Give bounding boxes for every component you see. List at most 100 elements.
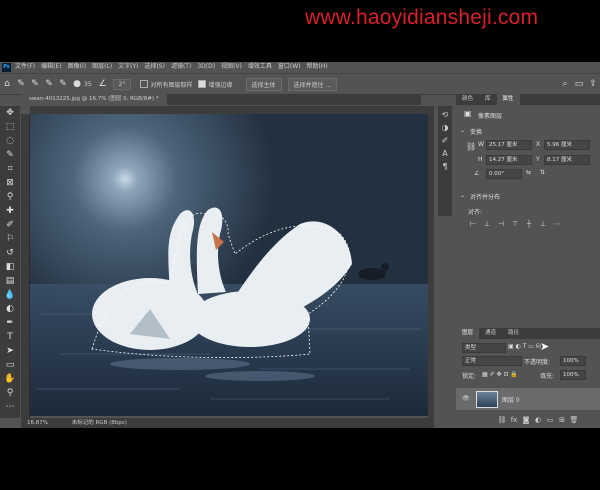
layer-kind-filter[interactable]: 类型 bbox=[462, 343, 506, 353]
blur-tool-icon[interactable]: 💧 bbox=[3, 289, 17, 302]
document-tab[interactable]: swan-4013225.jpg @ 16.7% (图层 0, RGB/8#) … bbox=[21, 94, 167, 105]
quick-select-icon[interactable]: ✎ bbox=[3, 149, 17, 162]
menu-type[interactable]: 文字(Y) bbox=[118, 62, 138, 72]
opacity-field[interactable]: 100% bbox=[560, 356, 586, 366]
dodge-tool-icon[interactable]: ◐ bbox=[3, 303, 17, 316]
brush-preset-icon[interactable]: ● bbox=[70, 79, 84, 89]
flip-horizontal-icon[interactable]: ⇆ bbox=[526, 169, 531, 176]
new-layer-icon[interactable]: ⊞ bbox=[556, 416, 568, 424]
link-icon[interactable]: ⛓ bbox=[466, 142, 476, 151]
sample-all-layers-checkbox[interactable] bbox=[140, 80, 149, 88]
menu-plugins[interactable]: 增效工具 bbox=[248, 62, 272, 72]
y-field[interactable]: 8.17 厘米 bbox=[544, 155, 590, 165]
add-to-selection-icon[interactable]: ✎ bbox=[42, 79, 56, 89]
tab-channels[interactable]: 通道 bbox=[479, 328, 502, 339]
height-field[interactable]: 14.27 厘米 bbox=[486, 155, 532, 165]
menu-select[interactable]: 选择(S) bbox=[144, 62, 165, 72]
canvas-scrollbar[interactable] bbox=[428, 114, 434, 418]
align-top-icon[interactable]: ⊤ bbox=[508, 220, 522, 228]
align-bottom-icon[interactable]: ⊥ bbox=[536, 220, 550, 228]
menu-3d[interactable]: 3D(D) bbox=[197, 62, 215, 72]
width-field[interactable]: 25.17 厘米 bbox=[486, 140, 532, 150]
align-vcenter-icon[interactable]: ┼ bbox=[522, 220, 536, 228]
enhance-edge-checkbox[interactable] bbox=[198, 80, 207, 88]
brush-panel-icon[interactable]: ✐ bbox=[442, 136, 449, 145]
angle-field[interactable]: 0.00° bbox=[486, 169, 522, 179]
lasso-tool-icon[interactable]: ◌ bbox=[3, 135, 17, 148]
select-subject-button[interactable]: 选择主体 bbox=[245, 77, 282, 91]
menu-view[interactable]: 视图(V) bbox=[221, 62, 242, 72]
blend-mode-select[interactable]: 正常 bbox=[462, 356, 522, 366]
menu-layer[interactable]: 图层(L) bbox=[92, 62, 112, 72]
type-tool-icon[interactable]: T bbox=[3, 331, 17, 344]
layer-row[interactable]: 👁 图层 0 bbox=[456, 388, 600, 410]
angle-field[interactable]: 2° bbox=[112, 78, 132, 90]
brush-tool-icon[interactable]: ✐ bbox=[3, 219, 17, 232]
more-tools-icon[interactable]: ⋯ bbox=[3, 401, 17, 414]
share-icon[interactable]: ⇪ bbox=[586, 79, 600, 89]
eyedropper-tool-icon[interactable]: ⚲ bbox=[3, 191, 17, 204]
align-hcenter-icon[interactable]: ⊥ bbox=[480, 220, 494, 228]
quick-select-tool-icon[interactable]: ✎ bbox=[14, 79, 28, 89]
visibility-eye-icon[interactable]: 👁 bbox=[462, 395, 470, 402]
fx-icon[interactable]: fx bbox=[508, 416, 520, 424]
menu-file[interactable]: 文件(F) bbox=[15, 62, 35, 72]
lock-icons[interactable]: ▦ ✐ ✥ ⊡ 🔒 bbox=[482, 371, 518, 378]
add-mask-icon[interactable]: ◙ bbox=[520, 416, 532, 424]
transform-chevron-icon[interactable]: ⌄ bbox=[460, 127, 465, 134]
paragraph-panel-icon[interactable]: ¶ bbox=[442, 162, 447, 171]
new-group-icon[interactable]: ▭ bbox=[544, 416, 556, 424]
menu-edit[interactable]: 编辑(E) bbox=[41, 62, 61, 72]
layer-filter-icons[interactable]: ▣ ◐ T ▭ ⛁ bbox=[508, 343, 541, 350]
tab-layers[interactable]: 图层 bbox=[456, 328, 480, 339]
home-icon[interactable]: ⌂ bbox=[0, 79, 14, 89]
eraser-tool-icon[interactable]: ◧ bbox=[3, 261, 17, 274]
frame-tool-icon[interactable]: ⊠ bbox=[3, 177, 17, 190]
layer-type-label: 像素图层 bbox=[478, 113, 503, 120]
hand-tool-icon[interactable]: ✋ bbox=[3, 373, 17, 386]
flip-vertical-icon[interactable]: ⇅ bbox=[540, 169, 545, 176]
zoom-level[interactable]: 16.67% bbox=[27, 420, 48, 426]
marquee-tool-icon[interactable]: ⬚ bbox=[3, 121, 17, 134]
select-and-mask-button[interactable]: 选择并遮住 ... bbox=[287, 77, 338, 91]
layer-name[interactable]: 图层 0 bbox=[502, 395, 520, 404]
tab-properties[interactable]: 属性 bbox=[496, 94, 520, 105]
character-panel-icon[interactable]: A bbox=[442, 149, 447, 158]
menu-image[interactable]: 图像(I) bbox=[68, 62, 86, 72]
history-panel-icon[interactable]: ⟲ bbox=[442, 110, 449, 119]
rectangle-tool-icon[interactable]: ▭ bbox=[3, 359, 17, 372]
move-tool-icon[interactable]: ✥ bbox=[3, 107, 17, 120]
adjustment-layer-icon[interactable]: ◐ bbox=[532, 416, 544, 424]
path-select-icon[interactable]: ➤ bbox=[3, 345, 17, 358]
delete-layer-icon[interactable]: 🗑 bbox=[568, 416, 580, 424]
fill-field[interactable]: 100% bbox=[560, 370, 586, 380]
link-layers-icon[interactable]: ⛓ bbox=[496, 416, 508, 424]
search-icon[interactable]: ⌕ bbox=[558, 79, 572, 89]
panel-icon-strip: ⟲ ◑ ✐ A ¶ bbox=[438, 106, 452, 216]
distribute-icon[interactable]: ⋯ bbox=[550, 220, 564, 228]
new-selection-icon[interactable]: ✎ bbox=[28, 79, 42, 89]
adjust-panel-icon[interactable]: ◑ bbox=[442, 123, 449, 132]
clone-stamp-icon[interactable]: ⚐ bbox=[3, 233, 17, 246]
menu-window[interactable]: 窗口(W) bbox=[278, 62, 301, 72]
y-label: Y bbox=[536, 156, 540, 163]
align-left-icon[interactable]: ⊢ bbox=[466, 220, 480, 228]
document-canvas[interactable] bbox=[30, 114, 428, 416]
align-right-icon[interactable]: ⊣ bbox=[494, 220, 508, 228]
tab-paths[interactable]: 路径 bbox=[502, 328, 525, 339]
tab-color[interactable]: 颜色 bbox=[456, 94, 479, 105]
menu-filter[interactable]: 滤镜(T) bbox=[171, 62, 191, 72]
x-field[interactable]: 5.96 厘米 bbox=[544, 140, 590, 150]
gradient-tool-icon[interactable]: ▤ bbox=[3, 275, 17, 288]
zoom-tool-icon[interactable]: ⚲ bbox=[3, 387, 17, 400]
align-header: 对齐并分布 bbox=[470, 194, 501, 201]
crop-tool-icon[interactable]: ⌗ bbox=[3, 163, 17, 176]
history-brush-icon[interactable]: ↺ bbox=[3, 247, 17, 260]
tab-libraries[interactable]: 库 bbox=[479, 94, 497, 105]
align-chevron-icon[interactable]: ⌄ bbox=[460, 192, 465, 199]
workspace-icon[interactable]: ▭ bbox=[572, 79, 586, 89]
healing-brush-icon[interactable]: ✚ bbox=[3, 205, 17, 218]
menu-help[interactable]: 帮助(H) bbox=[307, 62, 328, 72]
pen-tool-icon[interactable]: ✒ bbox=[3, 317, 17, 330]
subtract-selection-icon[interactable]: ✎ bbox=[56, 79, 70, 89]
